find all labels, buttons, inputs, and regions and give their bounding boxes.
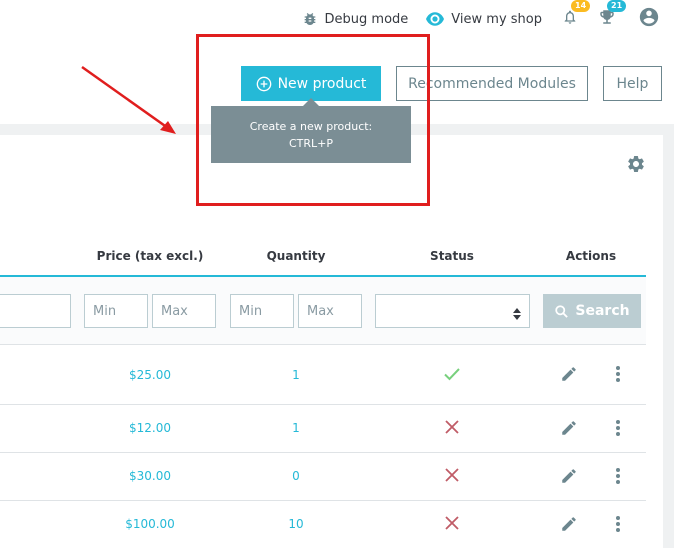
row-quantity[interactable]: 10 bbox=[236, 517, 356, 531]
column-header-actions: Actions bbox=[565, 249, 617, 263]
orders-notification[interactable]: 14 bbox=[562, 0, 591, 30]
price-max-input[interactable] bbox=[152, 294, 216, 328]
row-price[interactable]: $30.00 bbox=[90, 469, 210, 483]
view-my-shop-label: View my shop bbox=[451, 11, 542, 27]
new-product-tooltip: Create a new product: CTRL+P bbox=[211, 106, 411, 163]
new-product-button[interactable]: New product bbox=[241, 66, 381, 101]
tooltip-line2: CTRL+P bbox=[288, 136, 334, 150]
column-header-status[interactable]: Status bbox=[392, 249, 512, 263]
table-row[interactable]: $12.00 1 bbox=[0, 405, 646, 453]
close-icon[interactable] bbox=[444, 467, 460, 483]
top-bar: Debug mode View my shop 14 21 bbox=[0, 0, 674, 38]
quantity-min-input[interactable] bbox=[230, 294, 294, 328]
search-icon bbox=[554, 304, 569, 319]
price-min-input[interactable] bbox=[84, 294, 148, 328]
add-circle-icon bbox=[256, 76, 272, 92]
edit-pencil-icon[interactable] bbox=[560, 419, 578, 437]
table-row[interactable]: $30.00 0 bbox=[0, 453, 646, 501]
table-row[interactable]: $100.00 10 bbox=[0, 501, 646, 548]
sort-caret-icon bbox=[513, 305, 521, 324]
view-my-shop-link[interactable]: View my shop bbox=[426, 12, 542, 27]
user-icon bbox=[638, 6, 660, 32]
more-options-icon[interactable] bbox=[612, 419, 624, 437]
customers-notification[interactable]: 21 bbox=[598, 0, 627, 30]
eye-icon bbox=[426, 12, 445, 26]
new-product-label: New product bbox=[277, 75, 367, 92]
orders-badge: 14 bbox=[571, 0, 591, 12]
row-quantity[interactable]: 0 bbox=[236, 469, 356, 483]
quantity-max-input[interactable] bbox=[298, 294, 362, 328]
debug-mode-link[interactable]: Debug mode bbox=[302, 11, 409, 27]
name-filter-input[interactable] bbox=[0, 294, 71, 328]
gear-icon[interactable] bbox=[626, 154, 646, 178]
more-options-icon[interactable] bbox=[612, 515, 624, 533]
edit-pencil-icon[interactable] bbox=[560, 515, 578, 533]
table-row[interactable]: $25.00 1 bbox=[0, 345, 646, 405]
search-label: Search bbox=[575, 303, 630, 319]
close-icon[interactable] bbox=[444, 419, 460, 435]
more-options-icon[interactable] bbox=[612, 365, 624, 383]
edit-pencil-icon[interactable] bbox=[560, 467, 578, 485]
edit-pencil-icon[interactable] bbox=[560, 365, 578, 383]
help-button[interactable]: Help bbox=[603, 66, 662, 101]
row-quantity[interactable]: 1 bbox=[236, 368, 356, 382]
recommended-modules-button[interactable]: Recommended Modules bbox=[396, 66, 588, 101]
row-price[interactable]: $25.00 bbox=[90, 368, 210, 382]
debug-mode-label: Debug mode bbox=[324, 11, 409, 27]
column-header-price[interactable]: Price (tax excl.) bbox=[90, 249, 210, 263]
tooltip-line1: Create a new product: bbox=[249, 119, 373, 133]
account-avatar[interactable] bbox=[638, 6, 660, 32]
search-button[interactable]: Search bbox=[543, 294, 641, 328]
bug-icon bbox=[302, 11, 318, 27]
close-icon[interactable] bbox=[444, 515, 460, 531]
more-options-icon[interactable] bbox=[612, 467, 624, 485]
row-price[interactable]: $12.00 bbox=[90, 421, 210, 435]
tooltip-arrow bbox=[303, 98, 319, 106]
row-price[interactable]: $100.00 bbox=[90, 517, 210, 531]
check-icon[interactable] bbox=[443, 365, 461, 383]
status-filter-select[interactable] bbox=[375, 294, 530, 328]
row-quantity[interactable]: 1 bbox=[236, 421, 356, 435]
customers-badge: 21 bbox=[607, 0, 627, 12]
column-header-quantity[interactable]: Quantity bbox=[236, 249, 356, 263]
